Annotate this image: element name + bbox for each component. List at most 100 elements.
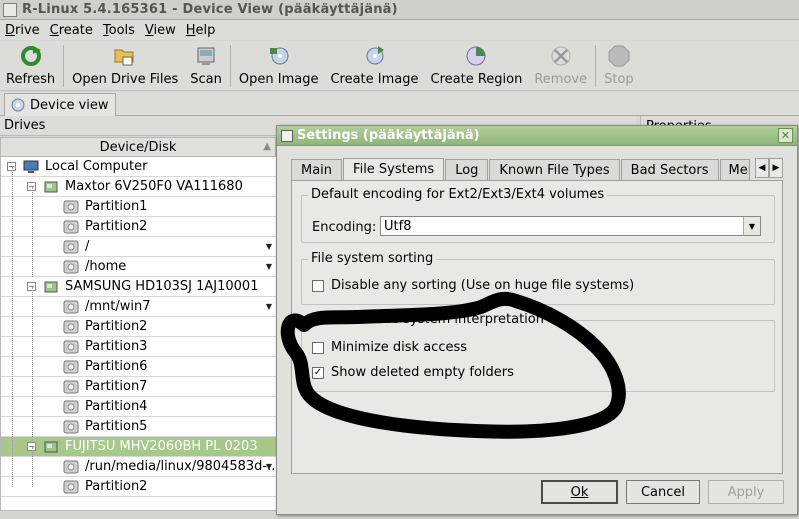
tree-item-label: Partition2 [85, 219, 148, 234]
window-menu-icon[interactable] [3, 2, 17, 17]
tree-item-partition[interactable]: Partition2 [1, 217, 276, 237]
tab-file-systems[interactable]: File Systems [343, 158, 445, 180]
open-drive-files-button[interactable]: Open Drive Files [66, 41, 184, 89]
encoding-value: Utf8 [384, 218, 412, 234]
toolbar-separator [595, 45, 597, 87]
partition-icon [63, 240, 79, 254]
create-region-button[interactable]: Create Region [425, 41, 529, 89]
tree-item-label: / [85, 239, 90, 254]
tab-main[interactable]: Main [291, 159, 343, 180]
tree-item-partition[interactable]: Partition7 [1, 377, 276, 397]
tree-item-label: Local Computer [45, 159, 148, 174]
advanced-group: Advanced file system interpretation Mini… [301, 312, 775, 392]
minimize-disk-label: Minimize disk access [331, 340, 468, 355]
menu-drive[interactable]: Drive [0, 23, 45, 38]
tree-item-partition[interactable]: Partition6 [1, 357, 276, 377]
remove-icon [549, 44, 573, 68]
apply-button[interactable]: Apply [708, 480, 784, 504]
create-region-icon [464, 44, 488, 68]
sorting-group: File system sorting Disable any sorting … [301, 251, 775, 305]
tree-item-label: Partition3 [85, 339, 148, 354]
tree-connector-line [32, 287, 33, 437]
partition-icon [63, 340, 79, 354]
scan-button[interactable]: Scan [184, 41, 228, 89]
menu-view[interactable]: View [140, 23, 181, 38]
tree-item-computer[interactable]: − Local Computer [1, 157, 276, 177]
dropdown-arrow-icon[interactable]: ▼ [266, 462, 272, 471]
scan-icon [194, 44, 218, 68]
settings-dialog: Settings (pääkäyttäjänä) ✕ Main File Sys… [276, 125, 798, 515]
window-title: R-Linux 5.4.165361 - Device View (pääkäy… [22, 2, 398, 17]
tree-item-partition[interactable]: Partition3 [1, 337, 276, 357]
tree-item-partition[interactable]: Partition2 [1, 317, 276, 337]
disable-sorting-checkbox[interactable] [312, 279, 324, 292]
encoding-group: Default encoding for Ext2/Ext3/Ext4 volu… [301, 187, 775, 243]
refresh-icon [19, 44, 43, 68]
tree-item-label: Partition2 [85, 319, 148, 334]
menu-help[interactable]: Help [181, 23, 221, 38]
tree-item-partition[interactable]: Partition2 [1, 477, 276, 497]
folder-icon [113, 44, 137, 68]
file-systems-panel: Default encoding for Ext2/Ext3/Ext4 volu… [291, 180, 783, 474]
tree-item-label: Partition6 [85, 359, 148, 374]
remove-button[interactable]: Remove [528, 41, 593, 89]
tree-item-partition[interactable]: /mnt/win7 ▼ [1, 297, 276, 317]
toolbar-separator [229, 45, 231, 87]
partition-icon [63, 200, 79, 214]
tab-scroll-right-icon[interactable]: ▶ [769, 158, 783, 178]
sorting-group-title: File system sorting [308, 251, 437, 266]
tab-known-file-types[interactable]: Known File Types [489, 159, 620, 180]
tree-item-label: Partition2 [85, 479, 148, 494]
tree-item-label: Partition1 [85, 199, 148, 214]
dropdown-arrow-icon[interactable]: ▼ [266, 242, 272, 251]
toolbar-separator [63, 45, 65, 87]
partition-icon [63, 460, 79, 474]
tree-item-disk[interactable]: − SAMSUNG HD103SJ 1AJ10001 [1, 277, 276, 297]
dialog-menu-icon[interactable] [281, 129, 293, 142]
advanced-group-title: Advanced file system interpretation [308, 312, 547, 327]
dialog-close-button[interactable]: ✕ [778, 128, 793, 143]
computer-icon [23, 160, 39, 174]
menu-tools[interactable]: Tools [98, 23, 140, 38]
show-deleted-label: Show deleted empty folders [331, 365, 514, 380]
tree-item-disk[interactable]: − Maxtor 6V250F0 VA111680 [1, 177, 276, 197]
tree-item-partition[interactable]: Partition1 [1, 197, 276, 217]
menu-create[interactable]: Create [45, 23, 98, 38]
minimize-disk-checkbox[interactable] [312, 341, 324, 354]
refresh-button[interactable]: Refresh [0, 41, 61, 89]
dropdown-arrow-icon[interactable]: ▼ [266, 302, 272, 311]
show-deleted-checkbox[interactable]: ✓ [312, 366, 324, 379]
minimize-disk-row[interactable]: Minimize disk access [312, 340, 467, 355]
tree-item-partition[interactable]: Partition4 [1, 397, 276, 417]
tab-bad-sectors[interactable]: Bad Sectors [620, 159, 719, 180]
tab-device-view[interactable]: Device view [4, 93, 116, 116]
create-image-button[interactable]: Create Image [324, 41, 424, 89]
encoding-group-title: Default encoding for Ext2/Ext3/Ext4 volu… [308, 187, 608, 202]
cancel-button[interactable]: Cancel [626, 480, 700, 504]
column-header-device[interactable]: Device/Disk ▲ [0, 137, 276, 157]
tree-item-partition[interactable]: /run/media/linux/9804583d-... ▼ [1, 457, 279, 477]
disable-sorting-label: Disable any sorting (Use on huge file sy… [331, 278, 635, 293]
dropdown-arrow-icon[interactable]: ▼ [266, 262, 272, 271]
open-image-button[interactable]: Open Image [233, 41, 325, 89]
tree-item-partition[interactable]: / ▼ [1, 237, 276, 257]
encoding-select[interactable]: Utf8 ▼ [380, 216, 761, 236]
stop-button[interactable]: Stop [598, 41, 640, 89]
tab-scroll-left-icon[interactable]: ◀ [755, 158, 769, 178]
ok-button[interactable]: Ok [541, 480, 618, 504]
tab-mem[interactable]: Mem [719, 159, 750, 180]
dialog-titlebar[interactable]: Settings (pääkäyttäjänä) ✕ [277, 126, 797, 146]
tree-item-label: /home [85, 259, 127, 274]
tree-item-disk[interactable]: − FUJITSU MHV2060BH PL 0203 [1, 437, 276, 457]
chevron-down-icon[interactable]: ▼ [743, 217, 760, 235]
tab-log[interactable]: Log [445, 159, 489, 180]
tree-item-label: SAMSUNG HD103SJ 1AJ10001 [65, 279, 259, 294]
disable-sorting-row[interactable]: Disable any sorting (Use on huge file sy… [312, 278, 634, 293]
tree-item-partition[interactable]: /home ▼ [1, 257, 276, 277]
tab-scroll-arrows: ◀ ▶ [755, 158, 783, 178]
tree-item-partition[interactable]: Partition5 [1, 417, 276, 437]
partition-icon [63, 400, 79, 414]
sort-arrow-icon: ▲ [263, 141, 271, 152]
view-tabstrip: Device view [0, 92, 799, 116]
show-deleted-row[interactable]: ✓ Show deleted empty folders [312, 365, 514, 380]
